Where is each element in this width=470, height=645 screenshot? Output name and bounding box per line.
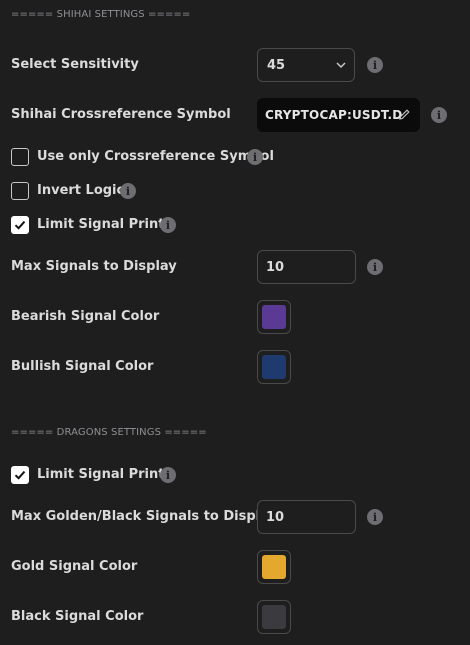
info-icon[interactable]: i [367, 259, 383, 275]
pencil-icon[interactable] [398, 108, 411, 124]
black-color-swatch[interactable] [257, 600, 291, 634]
gold-color-fill [262, 555, 286, 579]
max-signals-input[interactable]: 10 [257, 250, 356, 284]
chevron-down-icon [335, 59, 347, 75]
gold-color-swatch[interactable] [257, 550, 291, 584]
max-signals-value: 10 [266, 259, 285, 275]
symbol-label: Shihai Crossreference Symbol [11, 107, 231, 122]
info-icon[interactable]: i [160, 217, 176, 233]
bearish-color-swatch[interactable] [257, 300, 291, 334]
max-signals-label: Max Signals to Display [11, 259, 177, 274]
symbol-field[interactable]: CRYPTOCAP:USDT.D [257, 98, 420, 132]
sensitivity-select[interactable]: 45 [257, 48, 355, 82]
sensitivity-label: Select Sensitivity [11, 57, 139, 72]
symbol-value: CRYPTOCAP:USDT.D [265, 108, 403, 122]
info-icon[interactable]: i [160, 467, 176, 483]
dragons-max-signals-input[interactable]: 10 [257, 500, 356, 534]
use-only-symbol-checkbox[interactable] [11, 148, 29, 166]
bullish-color-swatch[interactable] [257, 350, 291, 384]
use-only-symbol-label: Use only Crossreference Symbol [37, 149, 274, 164]
info-icon[interactable]: i [120, 183, 136, 199]
info-icon[interactable]: i [367, 57, 383, 73]
bearish-color-label: Bearish Signal Color [11, 309, 160, 324]
info-icon[interactable]: i [367, 509, 383, 525]
bullish-color-fill [262, 355, 286, 379]
limit-prints-checkbox[interactable] [11, 216, 29, 234]
limit-prints-label: Limit Signal Prints [37, 217, 173, 232]
invert-logic-label: Invert Logic [37, 183, 125, 198]
shihai-settings-header: ===== SHIHAI SETTINGS ===== [11, 9, 191, 20]
dragons-max-signals-value: 10 [266, 509, 285, 525]
dragons-settings-header: ===== DRAGONS SETTINGS ===== [11, 427, 207, 438]
dragons-limit-prints-label: Limit Signal Prints [37, 467, 173, 482]
bearish-color-fill [262, 305, 286, 329]
info-icon[interactable]: i [431, 107, 447, 123]
bullish-color-label: Bullish Signal Color [11, 359, 154, 374]
check-icon [14, 220, 26, 230]
black-color-fill [262, 605, 286, 629]
check-icon [14, 470, 26, 480]
dragons-limit-prints-checkbox[interactable] [11, 466, 29, 484]
gold-color-label: Gold Signal Color [11, 559, 138, 574]
sensitivity-value: 45 [267, 57, 286, 73]
info-icon[interactable]: i [247, 149, 263, 165]
dragons-max-signals-label: Max Golden/Black Signals to Display [11, 509, 277, 524]
black-color-label: Black Signal Color [11, 609, 144, 624]
invert-logic-checkbox[interactable] [11, 182, 29, 200]
